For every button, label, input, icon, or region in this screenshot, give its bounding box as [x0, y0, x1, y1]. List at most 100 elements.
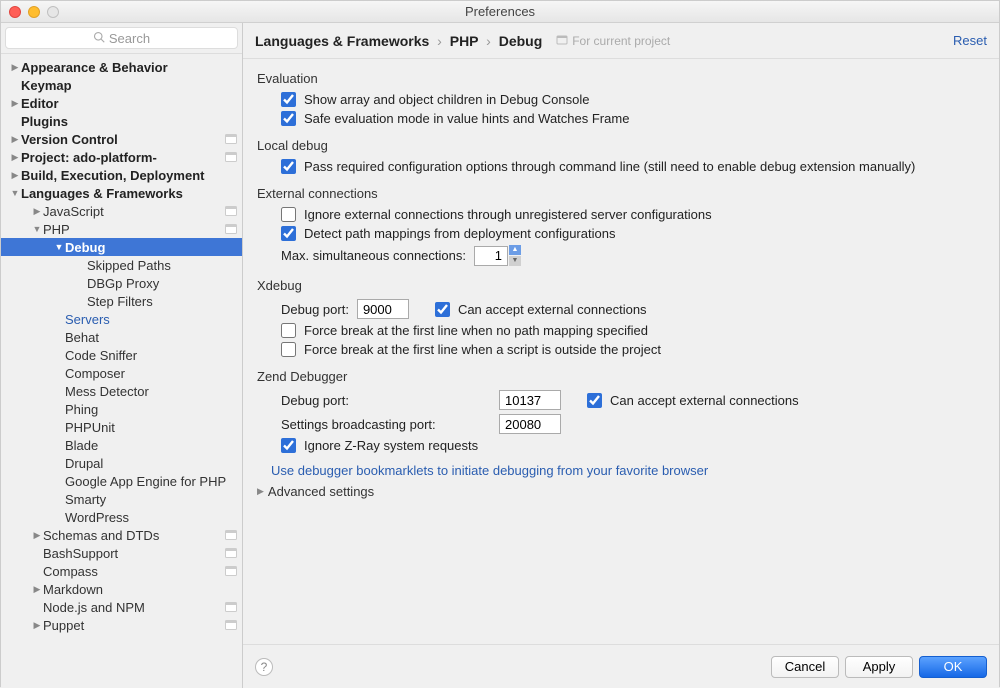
close-button[interactable] [9, 6, 21, 18]
sidebar-item-label: BashSupport [43, 546, 242, 561]
search-icon [93, 31, 105, 46]
sidebar-item-puppet[interactable]: ▶Puppet [1, 616, 242, 634]
minimize-button[interactable] [28, 6, 40, 18]
sidebar-item-javascript[interactable]: ▶JavaScript [1, 202, 242, 220]
footer: ? Cancel Apply OK [243, 644, 999, 688]
sidebar-item-label: Project: ado-platform- [21, 150, 242, 165]
sidebar-item-phing[interactable]: Phing [1, 400, 242, 418]
chevron-down-icon: ▼ [9, 188, 21, 198]
project-scope-icon [224, 600, 238, 614]
sidebar-item-code-sniffer[interactable]: Code Sniffer [1, 346, 242, 364]
checkbox-xdebug-force1[interactable] [281, 323, 296, 338]
project-scope-icon [224, 204, 238, 218]
sidebar-item-editor[interactable]: ▶Editor [1, 94, 242, 112]
chevron-right-icon: ▶ [9, 152, 21, 163]
sidebar-item-node-js-and-npm[interactable]: Node.js and NPM [1, 598, 242, 616]
label-zend-accept: Can accept external connections [610, 393, 799, 408]
sidebar-item-phpunit[interactable]: PHPUnit [1, 418, 242, 436]
sidebar-item-label: Node.js and NPM [43, 600, 242, 615]
sidebar-item-label: WordPress [65, 510, 242, 525]
input-zend-port[interactable] [499, 390, 561, 410]
checkbox-show-array[interactable] [281, 92, 296, 107]
sidebar-item-label: Appearance & Behavior [21, 60, 242, 75]
sidebar-item-google-app-engine-for-php[interactable]: Google App Engine for PHP [1, 472, 242, 490]
label-max-connections: Max. simultaneous connections: [281, 248, 466, 263]
settings-content: Evaluation Show array and object childre… [243, 59, 999, 644]
sidebar-item-schemas-and-dtds[interactable]: ▶Schemas and DTDs [1, 526, 242, 544]
sidebar-item-appearance-behavior[interactable]: ▶Appearance & Behavior [1, 58, 242, 76]
label-pass-config: Pass required configuration options thro… [304, 159, 915, 174]
chevron-right-icon: ▶ [31, 206, 43, 217]
sidebar-item-markdown[interactable]: ▶Markdown [1, 580, 242, 598]
sidebar-item-compass[interactable]: Compass [1, 562, 242, 580]
checkbox-zend-accept[interactable] [587, 393, 602, 408]
spinner-max-connections[interactable]: ▲▼ [474, 245, 521, 266]
label-detect-mappings: Detect path mappings from deployment con… [304, 226, 615, 241]
sidebar-item-label: Step Filters [87, 294, 242, 309]
cancel-button[interactable]: Cancel [771, 656, 839, 678]
sidebar-item-label: Google App Engine for PHP [65, 474, 242, 489]
checkbox-xdebug-force2[interactable] [281, 342, 296, 357]
sidebar-item-plugins[interactable]: Plugins [1, 112, 242, 130]
label-ignore-external: Ignore external connections through unre… [304, 207, 712, 222]
reset-link[interactable]: Reset [953, 33, 987, 48]
link-bookmarklets[interactable]: Use debugger bookmarklets to initiate de… [271, 463, 985, 478]
spinner-up-icon[interactable]: ▲ [509, 245, 521, 255]
titlebar: Preferences [1, 1, 999, 23]
sidebar-item-blade[interactable]: Blade [1, 436, 242, 454]
input-xdebug-port[interactable] [357, 299, 409, 319]
apply-button[interactable]: Apply [845, 656, 913, 678]
help-button[interactable]: ? [255, 658, 273, 676]
sidebar-item-label: Editor [21, 96, 242, 111]
input-max-connections[interactable] [474, 246, 508, 266]
sidebar-item-label: Compass [43, 564, 242, 579]
sidebar-item-smarty[interactable]: Smarty [1, 490, 242, 508]
sidebar-item-label: Debug [65, 240, 242, 255]
breadcrumb-2[interactable]: PHP [450, 33, 479, 49]
label-ignore-zray: Ignore Z-Ray system requests [304, 438, 478, 453]
input-zend-broadcast[interactable] [499, 414, 561, 434]
sidebar-item-bashsupport[interactable]: BashSupport [1, 544, 242, 562]
checkbox-safe-eval[interactable] [281, 111, 296, 126]
sidebar-item-version-control[interactable]: ▶Version Control [1, 130, 242, 148]
sidebar-item-php[interactable]: ▼PHP [1, 220, 242, 238]
sidebar-item-project-ado-platform[interactable]: ▶Project: ado-platform- [1, 148, 242, 166]
label-xdebug-accept: Can accept external connections [458, 302, 647, 317]
checkbox-ignore-external[interactable] [281, 207, 296, 222]
section-title-local-debug: Local debug [257, 138, 985, 153]
sidebar-item-build-execution-deployment[interactable]: ▶Build, Execution, Deployment [1, 166, 242, 184]
advanced-settings-toggle[interactable]: ▶ Advanced settings [257, 484, 985, 499]
maximize-button[interactable] [47, 6, 59, 18]
search-placeholder: Search [109, 31, 150, 46]
sidebar-item-label: Phing [65, 402, 242, 417]
sidebar-item-servers[interactable]: Servers [1, 310, 242, 328]
label-zend-port: Debug port: [281, 393, 491, 408]
project-scope-icon [224, 546, 238, 560]
checkbox-ignore-zray[interactable] [281, 438, 296, 453]
section-title-evaluation: Evaluation [257, 71, 985, 86]
sidebar-item-mess-detector[interactable]: Mess Detector [1, 382, 242, 400]
spinner-down-icon[interactable]: ▼ [509, 256, 521, 266]
chevron-down-icon: ▼ [53, 242, 65, 252]
chevron-right-icon: › [486, 33, 491, 49]
sidebar-item-label: Keymap [21, 78, 242, 93]
label-zend-broadcast: Settings broadcasting port: [281, 417, 491, 432]
sidebar-item-keymap[interactable]: Keymap [1, 76, 242, 94]
sidebar-item-behat[interactable]: Behat [1, 328, 242, 346]
sidebar-item-step-filters[interactable]: Step Filters [1, 292, 242, 310]
sidebar-item-skipped-paths[interactable]: Skipped Paths [1, 256, 242, 274]
sidebar-item-wordpress[interactable]: WordPress [1, 508, 242, 526]
search-input[interactable]: Search [5, 27, 238, 49]
checkbox-xdebug-accept[interactable] [435, 302, 450, 317]
sidebar-item-languages-frameworks[interactable]: ▼Languages & Frameworks [1, 184, 242, 202]
sidebar-item-composer[interactable]: Composer [1, 364, 242, 382]
sidebar-item-dbgp-proxy[interactable]: DBGp Proxy [1, 274, 242, 292]
chevron-right-icon: ▶ [9, 170, 21, 181]
sidebar-item-debug[interactable]: ▼Debug [1, 238, 242, 256]
checkbox-detect-mappings[interactable] [281, 226, 296, 241]
breadcrumb-1[interactable]: Languages & Frameworks [255, 33, 429, 49]
chevron-right-icon: ▶ [31, 620, 43, 631]
sidebar-item-drupal[interactable]: Drupal [1, 454, 242, 472]
ok-button[interactable]: OK [919, 656, 987, 678]
checkbox-pass-config[interactable] [281, 159, 296, 174]
